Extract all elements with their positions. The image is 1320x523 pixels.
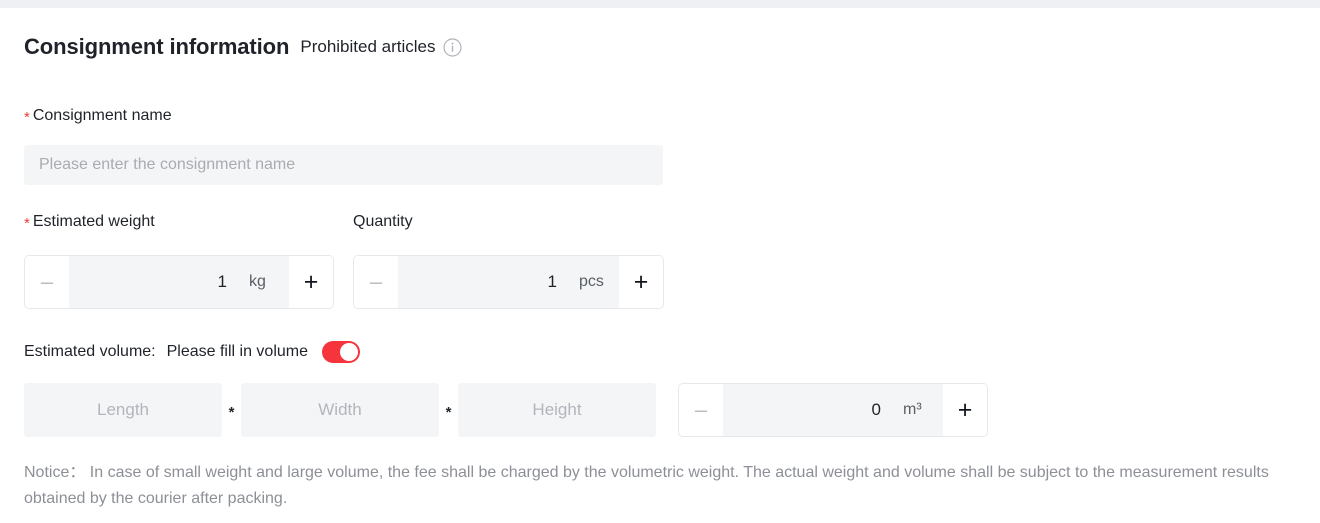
volume-decrement-button[interactable]: –: [679, 384, 723, 436]
weight-decrement-button[interactable]: –: [25, 256, 69, 308]
consignment-form-page: Consignment information Prohibited artic…: [0, 0, 1320, 523]
estimated-weight-label-text: Estimated weight: [32, 213, 155, 230]
required-asterisk: *: [24, 215, 30, 232]
volume-increment-button[interactable]: +: [943, 384, 987, 436]
dimension-separator-1: *: [228, 403, 235, 421]
quantity-label: Quantity: [353, 213, 413, 231]
quantity-increment-button[interactable]: +: [619, 256, 663, 308]
quantity-stepper: – 1 pcs +: [353, 255, 664, 309]
required-asterisk: *: [24, 109, 30, 126]
weight-unit: kg: [249, 273, 266, 290]
weight-value: 1: [217, 272, 227, 291]
height-input[interactable]: [458, 383, 656, 437]
toggle-knob: [340, 343, 359, 361]
weight-value-field[interactable]: 1 kg: [69, 256, 289, 308]
dimensions-row: * *: [24, 383, 656, 437]
page-top-strip: [0, 0, 1320, 8]
quantity-decrement-button[interactable]: –: [354, 256, 398, 308]
length-input[interactable]: [24, 383, 222, 437]
estimated-volume-stepper: – 0 m³ +: [678, 383, 988, 437]
quantity-label-text: Quantity: [353, 213, 413, 230]
section-header: Consignment information Prohibited artic…: [24, 34, 463, 60]
volume-unit: m³: [903, 401, 922, 418]
estimated-volume-label: Estimated volume:: [24, 343, 156, 360]
estimated-weight-label: * Estimated weight: [24, 213, 155, 232]
quantity-value: 1: [547, 272, 557, 291]
estimated-volume-row: Estimated volume: Please fill in volume: [24, 341, 361, 363]
weight-increment-button[interactable]: +: [289, 256, 333, 308]
notice-text: Notice： In case of small weight and larg…: [24, 464, 1269, 507]
volume-value: 0: [871, 400, 881, 419]
quantity-value-field[interactable]: 1 pcs: [398, 256, 619, 308]
estimated-weight-stepper: – 1 kg +: [24, 255, 334, 309]
quantity-unit: pcs: [579, 273, 604, 290]
consignment-name-input[interactable]: [24, 145, 663, 185]
consignment-name-label: * Consignment name: [24, 107, 172, 126]
consignment-information-card: Consignment information Prohibited artic…: [0, 8, 1320, 523]
info-circle-icon[interactable]: [443, 37, 463, 57]
prohibited-articles-link[interactable]: Prohibited articles: [300, 37, 435, 57]
estimated-volume-toggle[interactable]: [322, 341, 361, 363]
width-input[interactable]: [241, 383, 439, 437]
dimension-separator-2: *: [445, 403, 452, 421]
consignment-name-label-text: Consignment name: [32, 107, 172, 124]
page-title: Consignment information: [24, 34, 290, 59]
volume-value-field[interactable]: 0 m³: [723, 384, 943, 436]
estimated-volume-hint: Please fill in volume: [166, 343, 309, 360]
